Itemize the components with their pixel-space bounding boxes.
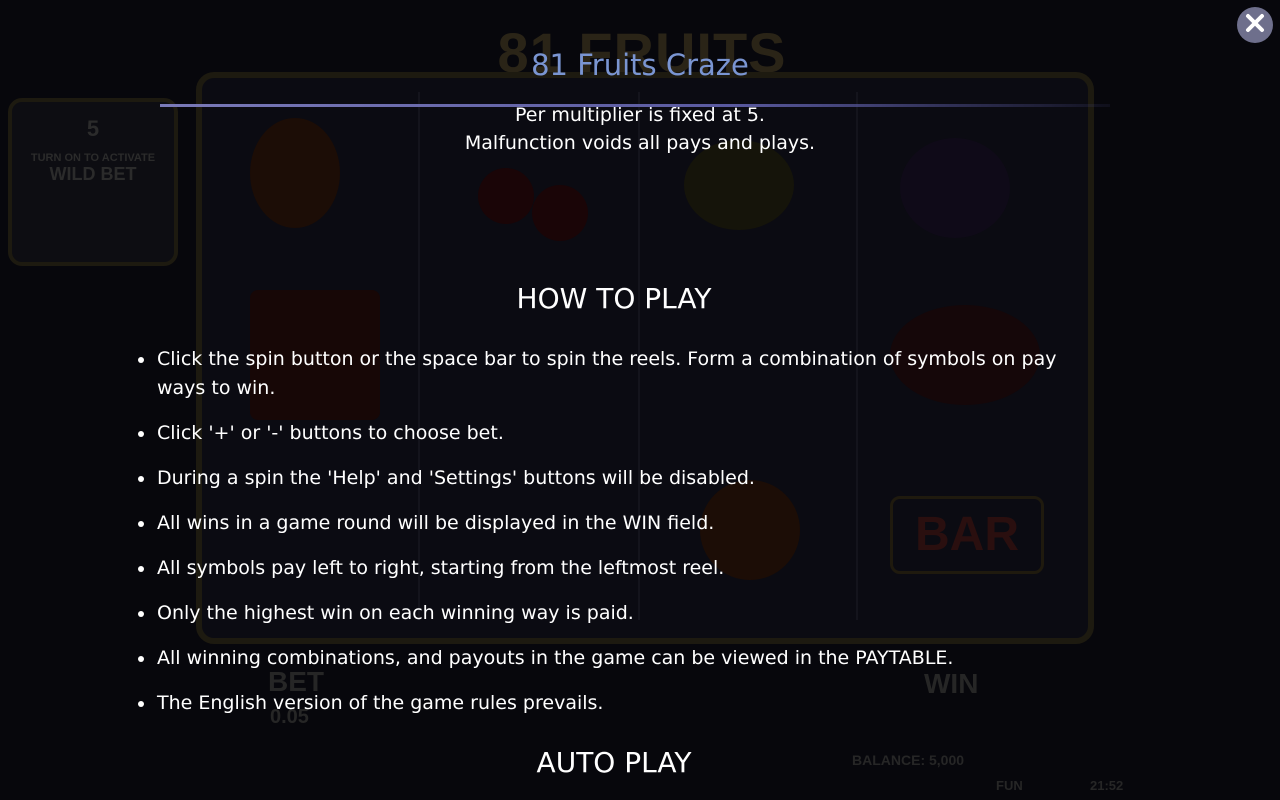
- list-item: Click the spin button or the space bar t…: [138, 345, 1083, 403]
- list-item: The English version of the game rules pr…: [138, 689, 1083, 718]
- mode-text: FUN: [996, 778, 1023, 793]
- list-item: Only the highest win on each winning way…: [138, 599, 1083, 628]
- close-button[interactable]: [1237, 7, 1273, 43]
- how-to-play-heading: HOW TO PLAY: [516, 282, 712, 315]
- clock-text: 21:52: [1090, 778, 1124, 793]
- rule-line: Malfunction voids all pays and plays.: [464, 132, 816, 154]
- help-title: 81 Fruits Craze: [531, 48, 749, 82]
- list-item: All symbols pay left to right, starting …: [138, 554, 1083, 583]
- close-icon: [1244, 12, 1266, 38]
- list-item: All winning combinations, and payouts in…: [138, 644, 1083, 673]
- rule-line: Per multiplier is fixed at 5.: [515, 104, 765, 126]
- list-item: All wins in a game round will be display…: [138, 509, 1083, 538]
- list-item: Click '+' or '-' buttons to choose bet.: [138, 419, 1083, 448]
- how-to-play-list: Click the spin button or the space bar t…: [138, 345, 1083, 734]
- cherry-symbol: [532, 185, 588, 241]
- rules-intro: Per multiplier is fixed at 5. Malfunctio…: [0, 101, 1280, 157]
- auto-play-heading: AUTO PLAY: [536, 746, 692, 779]
- cherry-symbol: [478, 168, 534, 224]
- list-item: During a spin the 'Help' and 'Settings' …: [138, 464, 1083, 493]
- wild-bet-label: WILD BET: [49, 164, 137, 184]
